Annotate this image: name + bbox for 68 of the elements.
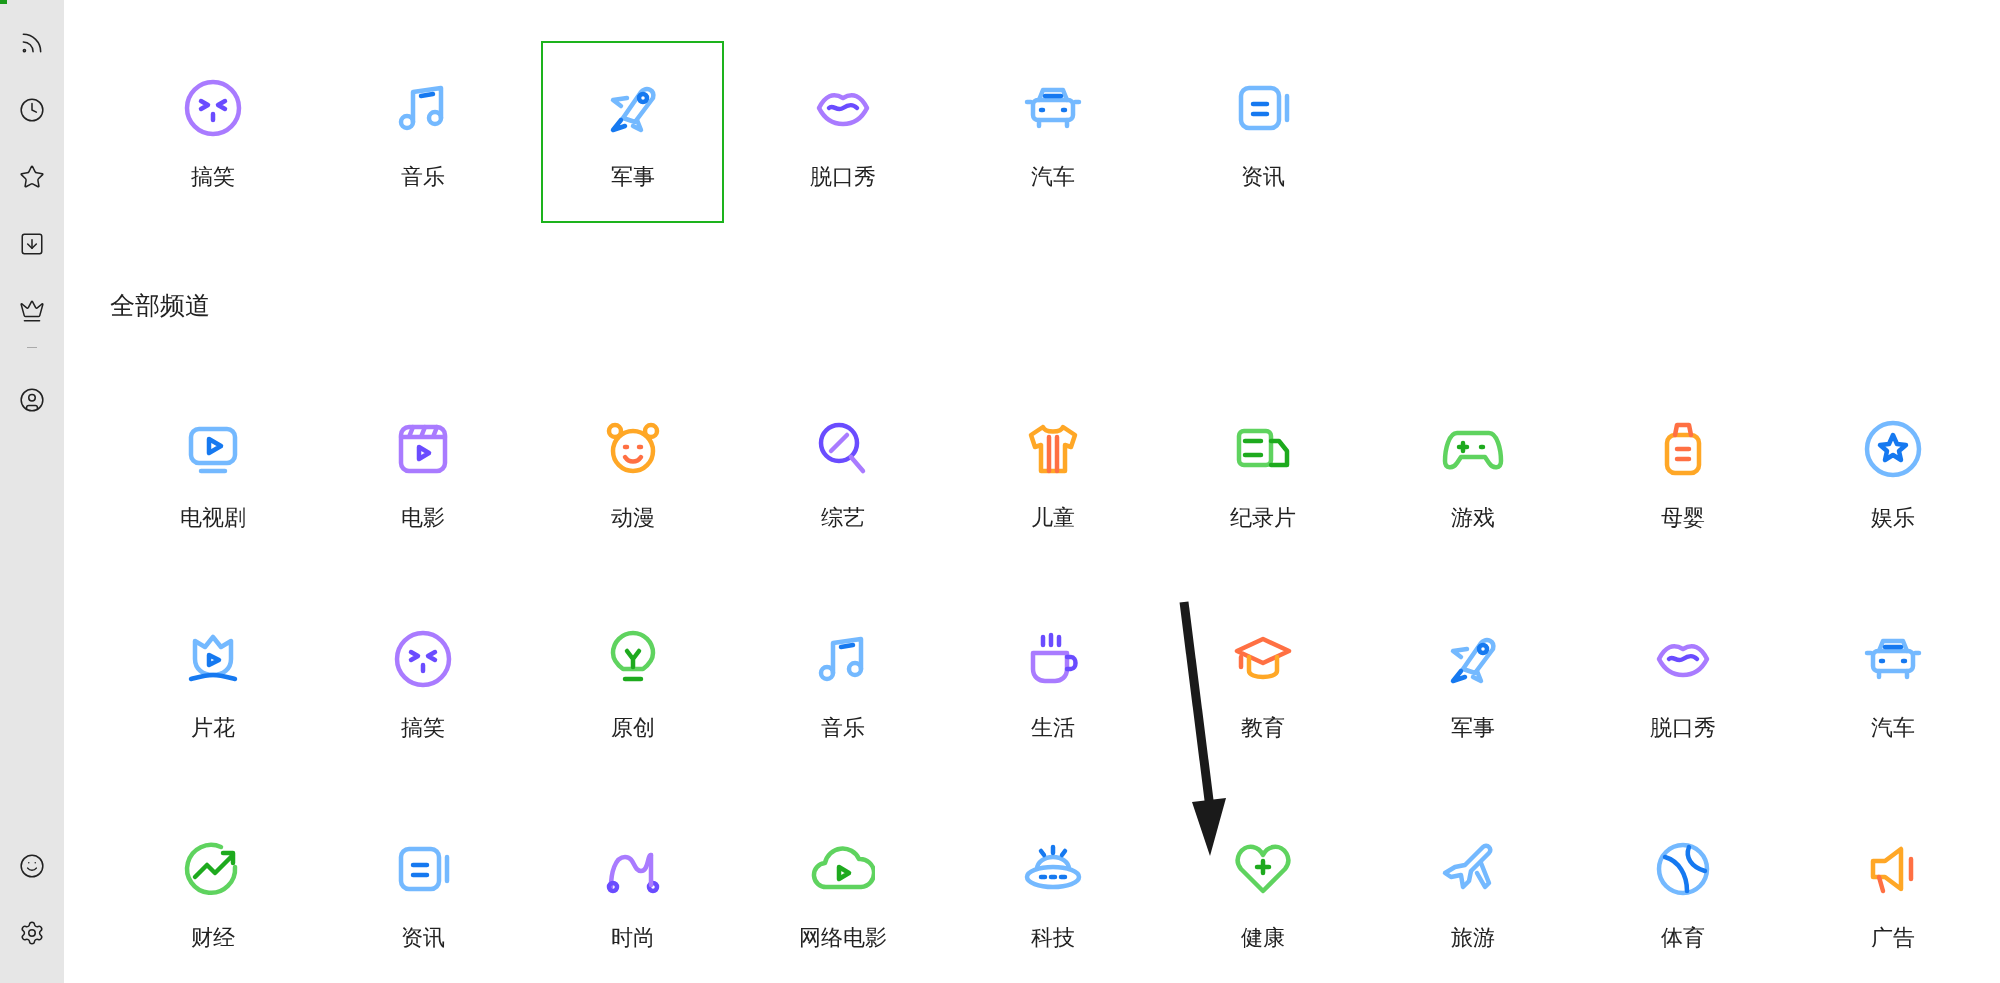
active-indicator (0, 0, 7, 4)
channel-tile[interactable]: 科技 (961, 802, 1144, 983)
channel-tile[interactable]: 搞笑 (121, 41, 304, 223)
channel-tile[interactable]: 母婴 (1591, 382, 1774, 564)
channel-label: 时尚 (610, 924, 655, 952)
channel-tile[interactable]: 音乐 (751, 592, 934, 774)
channel-tile[interactable]: 汽车 (961, 41, 1144, 223)
channel-label: 片花 (190, 714, 235, 742)
channel-label: 资讯 (400, 924, 445, 952)
channel-tile[interactable]: 健康 (1171, 802, 1354, 983)
channel-label: 军事 (610, 163, 655, 191)
channel-tile[interactable]: 资讯 (331, 802, 514, 983)
channel-tile[interactable]: 片花 (121, 592, 304, 774)
channel-tile[interactable]: 财经 (121, 802, 304, 983)
channel-label: 财经 (190, 924, 235, 952)
channel-label: 综艺 (820, 504, 865, 532)
channel-label: 资讯 (1240, 163, 1285, 191)
channel-tile[interactable]: 搞笑 (331, 592, 514, 774)
channel-label: 动漫 (610, 504, 655, 532)
channel-label: 儿童 (1030, 504, 1075, 532)
channel-tile[interactable]: 汽车 (1801, 592, 1984, 774)
channel-label: 体育 (1660, 924, 1705, 952)
channel-label: 纪录片 (1229, 504, 1296, 532)
channel-label: 电影 (400, 504, 445, 532)
channel-tile[interactable]: 电视剧 (121, 382, 304, 564)
channel-tile[interactable]: 纪录片 (1171, 382, 1354, 564)
channel-tile[interactable]: 娱乐 (1801, 382, 1984, 564)
channel-label: 搞笑 (400, 714, 445, 742)
channel-label: 原创 (610, 714, 655, 742)
channel-tile[interactable]: 脱口秀 (751, 41, 934, 223)
channel-label: 电视剧 (179, 504, 246, 532)
channel-label: 广告 (1870, 924, 1915, 952)
channel-tile[interactable]: 电影 (331, 382, 514, 564)
channel-label: 脱口秀 (809, 163, 876, 191)
channel-label: 娱乐 (1870, 504, 1915, 532)
channel-tile[interactable]: 原创 (541, 592, 724, 774)
channel-tile[interactable]: 教育 (1171, 592, 1354, 774)
channel-tile[interactable]: 旅游 (1381, 802, 1564, 983)
channel-label: 教育 (1240, 714, 1285, 742)
channel-label: 游戏 (1450, 504, 1495, 532)
channel-tile[interactable]: 综艺 (751, 382, 934, 564)
channel-tile[interactable]: 动漫 (541, 382, 724, 564)
channel-label: 音乐 (400, 163, 445, 191)
channel-label: 旅游 (1450, 924, 1495, 952)
channel-label: 科技 (1030, 924, 1075, 952)
channel-label: 网络电影 (798, 924, 887, 952)
channel-tile[interactable]: 脱口秀 (1591, 592, 1774, 774)
channel-label: 生活 (1030, 714, 1075, 742)
channel-tile[interactable]: 儿童 (961, 382, 1144, 564)
channel-label: 脱口秀 (1649, 714, 1716, 742)
section-title: 全部频道 (110, 290, 211, 322)
channel-tile[interactable]: 时尚 (541, 802, 724, 983)
channel-tile[interactable]: 资讯 (1171, 41, 1354, 223)
channel-tile[interactable]: 军事 (1381, 592, 1564, 774)
channel-tile[interactable]: 生活 (961, 592, 1144, 774)
channel-tile[interactable]: 游戏 (1381, 382, 1564, 564)
channel-label: 军事 (1450, 714, 1495, 742)
channel-tile[interactable]: 网络电影 (751, 802, 934, 983)
channel-label: 母婴 (1660, 504, 1705, 532)
channel-tile[interactable]: 军事 (541, 41, 724, 223)
channel-label: 音乐 (820, 714, 865, 742)
channel-label: 搞笑 (190, 163, 235, 191)
channel-label: 汽车 (1030, 163, 1075, 191)
channel-label: 健康 (1240, 924, 1285, 952)
channel-tile[interactable]: 音乐 (331, 41, 514, 223)
channel-tile[interactable]: 体育 (1591, 802, 1774, 983)
channel-label: 汽车 (1870, 714, 1915, 742)
channel-tile[interactable]: 广告 (1801, 802, 1984, 983)
